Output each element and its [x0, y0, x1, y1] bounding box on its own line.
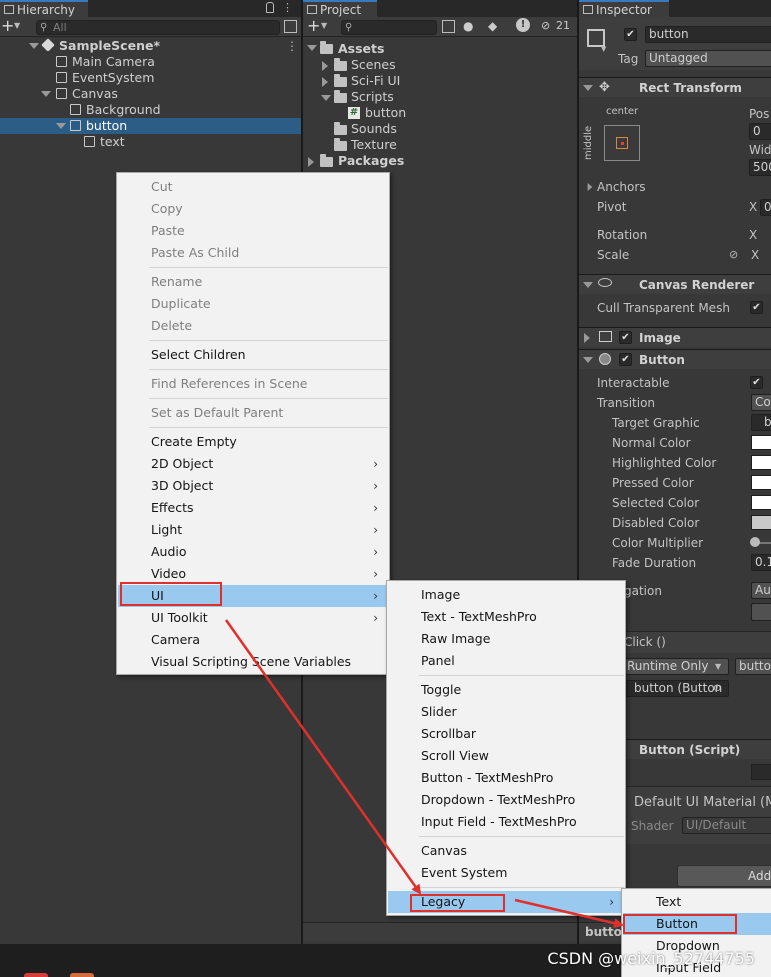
annotation-arrows: [224, 619, 624, 929]
watermark: CSDN @weixin_52744755: [547, 949, 755, 968]
annotation-arrow-legacy-to-button: [514, 898, 624, 929]
annotation-arrow-ui-to-legacy: [224, 619, 422, 895]
